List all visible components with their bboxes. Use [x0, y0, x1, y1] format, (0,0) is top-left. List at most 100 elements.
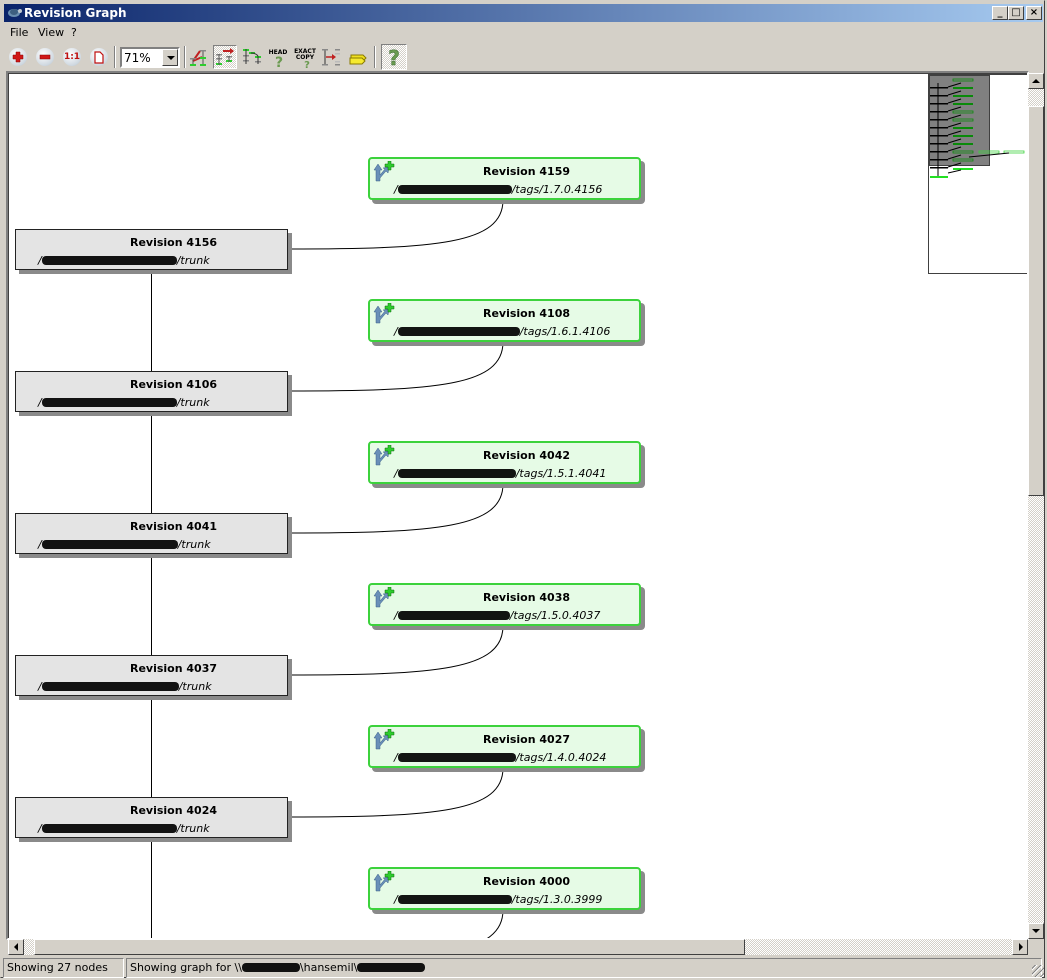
menu-help[interactable]: ?: [71, 26, 77, 39]
zoom-in-button[interactable]: [6, 45, 30, 69]
plus-icon: [12, 51, 24, 63]
zoom-select[interactable]: 71%: [120, 47, 180, 68]
zoom-fit-button[interactable]: [87, 45, 111, 69]
close-button[interactable]: ×: [1026, 6, 1042, 20]
copy-edge: [486, 909, 504, 938]
tag-revision-node[interactable]: Revision 4108 //tags/1.6.1.4106: [368, 299, 641, 342]
trunk-revision-node[interactable]: Revision 4106 //trunk: [15, 371, 288, 412]
revision-graph-window: Revision Graph _ □ × File View ? 1:1 71%: [0, 0, 1045, 978]
tag-revision-node[interactable]: Revision 4042 //tags/1.5.1.4041: [368, 441, 641, 484]
revision-label: Revision 4038: [482, 591, 571, 604]
trunk-revision-node[interactable]: Revision 4041 //trunk: [15, 513, 288, 554]
node-path: //trunk: [38, 680, 212, 693]
minimap-trunk-node: [930, 159, 948, 161]
trunk-revision-node[interactable]: Revision 4156 //trunk: [15, 229, 288, 270]
minimap-trunk-node: [930, 143, 948, 145]
tag-icon: [349, 54, 367, 65]
redacted-text: [357, 963, 426, 972]
tag-revision-node[interactable]: Revision 4038 //tags/1.5.0.4037: [368, 583, 641, 626]
vertical-scroll-thumb[interactable]: [1028, 105, 1044, 496]
scroll-left-button[interactable]: [8, 939, 24, 955]
title-bar[interactable]: Revision Graph _ □ ×: [4, 4, 1043, 22]
redacted-text: [41, 682, 179, 691]
toolbar-separator: [114, 46, 116, 68]
resize-grip[interactable]: [1032, 965, 1044, 977]
branch-tree-icon: [190, 50, 206, 66]
revision-label: Revision 4156: [129, 236, 218, 249]
zoom-value: 71%: [124, 51, 151, 65]
maximize-button[interactable]: □: [1008, 6, 1024, 20]
menu-file[interactable]: File: [10, 26, 28, 39]
toolbar-separator: [374, 46, 376, 68]
vertical-scrollbar[interactable]: [1028, 73, 1044, 939]
svg-text:?: ?: [304, 60, 310, 68]
minimap-tag: [952, 150, 974, 154]
path-suffix: /tags/1.4.0.4024: [515, 751, 607, 764]
redacted-text: [397, 469, 516, 478]
zoom-out-button[interactable]: [33, 45, 57, 69]
graph-path-prefix: Showing graph for \\: [130, 961, 242, 974]
question-icon: ?: [388, 46, 400, 68]
show-tags-button[interactable]: [346, 45, 370, 69]
oldest-on-top-button[interactable]: [213, 45, 237, 69]
chevron-down-icon[interactable]: [162, 49, 178, 66]
minimap-edge: [947, 130, 962, 136]
redacted-text: [41, 824, 177, 833]
minimize-button[interactable]: _: [992, 6, 1008, 20]
tag-revision-node[interactable]: Revision 4159 //tags/1.7.0.4156: [368, 157, 641, 200]
node-path: //tags/1.4.0.4024: [394, 751, 606, 764]
minimap-trunk-node: [930, 111, 948, 113]
revision-label: Revision 4027: [482, 733, 571, 746]
node-path: //tags/1.7.0.4156: [394, 183, 602, 196]
node-path: //tags/1.3.0.3999: [394, 893, 602, 906]
graph-canvas[interactable]: Revision 4156 //trunk Revision 4106 //trunk…: [6, 71, 1029, 940]
minimap-edge: [947, 90, 962, 96]
redacted-text: [397, 185, 512, 194]
trunk-revision-node[interactable]: Revision 4037 //trunk: [15, 655, 288, 696]
redacted-text: [397, 327, 520, 336]
scroll-right-button[interactable]: [1012, 939, 1028, 955]
tag-revision-node[interactable]: Revision 4000 //tags/1.3.0.3999: [368, 867, 641, 910]
path-suffix: /tags/1.6.1.4106: [519, 325, 611, 338]
redacted-text: [397, 611, 510, 620]
copy-edge: [286, 767, 504, 818]
revision-label: Revision 4106: [129, 378, 218, 391]
trunk-revision-node[interactable]: Revision 4024 //trunk: [15, 797, 288, 838]
exact-copy-button[interactable]: EXACT COPY ?: [293, 45, 317, 69]
revision-label: Revision 4042: [482, 449, 571, 462]
path-suffix: /tags/1.5.0.4037: [509, 609, 601, 622]
minimap-edge: [947, 146, 962, 152]
minimap-trunk-node: [930, 87, 948, 89]
scroll-up-button[interactable]: [1028, 73, 1044, 89]
group-branches-button[interactable]: [187, 45, 211, 69]
show-legend-button[interactable]: ?: [381, 44, 407, 70]
scroll-down-button[interactable]: [1028, 923, 1044, 939]
minimap-tag: [953, 95, 973, 97]
revision-label: Revision 4024: [129, 804, 218, 817]
minimap-edge: [947, 138, 962, 144]
menu-view[interactable]: View: [38, 26, 64, 39]
zoom-100-button[interactable]: 1:1: [60, 45, 84, 69]
align-trees-button[interactable]: [240, 45, 264, 69]
maximize-icon: □: [1011, 7, 1021, 18]
minimap-tag: [952, 78, 974, 82]
horizontal-scroll-thumb[interactable]: [33, 939, 746, 955]
node-path: //trunk: [38, 254, 210, 267]
menu-bar: File View ?: [4, 24, 1043, 42]
path-suffix: /trunk: [176, 396, 210, 409]
minimap-edge: [947, 106, 962, 112]
horizontal-scrollbar[interactable]: [8, 939, 1028, 955]
svg-text:?: ?: [388, 46, 400, 68]
minimap-tag: [953, 127, 973, 129]
graph-overview-minimap[interactable]: [928, 74, 1027, 274]
node-count-text: Showing 27 nodes: [7, 961, 108, 974]
minimap-trunk-node: [930, 95, 948, 97]
fold-tags-button[interactable]: [319, 45, 343, 69]
tag-revision-node[interactable]: Revision 4027 //tags/1.4.0.4024: [368, 725, 641, 768]
copy-edge: [286, 625, 504, 676]
page-icon: [94, 50, 104, 64]
revision-label: Revision 4108: [482, 307, 571, 320]
show-head-button[interactable]: HEAD ?: [266, 45, 290, 69]
redacted-text: [41, 398, 177, 407]
minimap-tag: [953, 103, 973, 105]
